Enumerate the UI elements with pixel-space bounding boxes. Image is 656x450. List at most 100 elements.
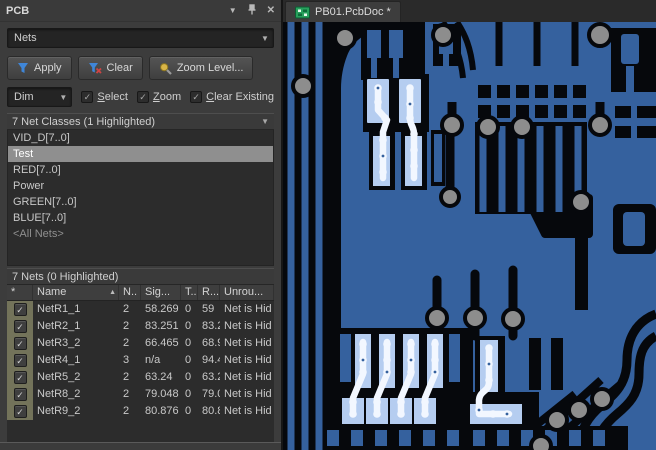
net-enable-cell: ✓ <box>7 352 33 369</box>
nets-header[interactable]: 7 Nets (0 Highlighted) <box>7 268 274 285</box>
net-cell: 79.0 <box>202 388 220 400</box>
net-cell: 2 <box>123 303 130 315</box>
net-cell: NetR2_1 <box>37 320 81 332</box>
clear-existing-label: Clear Existing <box>206 91 274 103</box>
tab-pb01-pcbdoc[interactable]: PB01.PcbDoc * <box>285 1 401 22</box>
net-cell: 0 <box>185 354 192 366</box>
tab-label: PB01.PcbDoc * <box>315 6 391 18</box>
net-class-item[interactable]: Test <box>8 146 273 162</box>
apply-label: Apply <box>34 62 62 74</box>
column-header-sig[interactable]: Sig... <box>141 285 181 300</box>
net-class-item[interactable]: RED[7..0] <box>8 162 273 178</box>
net-cell: Net is Hid <box>224 354 272 366</box>
checkbox-check-icon: ✓ <box>190 91 203 103</box>
pcb-panel-header: PCB ▼ ✕ <box>0 0 281 22</box>
net-enable-cell: ✓ <box>7 301 33 318</box>
net-class-item[interactable]: Power <box>8 178 273 194</box>
net-cell: 2 <box>123 405 130 417</box>
net-cell: 2 <box>123 371 130 383</box>
net-row[interactable]: ✓ NetR1_1 2 58.269 0 59 Net is Hid <box>7 301 274 318</box>
net-row[interactable]: ✓ NetR2_1 2 83.251 0 83.2 Net is Hid <box>7 318 274 335</box>
close-icon[interactable]: ✕ <box>267 5 275 16</box>
net-cell: 0 <box>185 405 192 417</box>
column-header-name[interactable]: Name ▲ <box>33 285 119 300</box>
zoom-level-button[interactable]: Zoom Level... <box>148 56 254 80</box>
net-class-item[interactable]: VID_D[7..0] <box>8 130 273 146</box>
net-cell: 63.2 <box>202 371 220 383</box>
net-enable-checkbox[interactable]: ✓ <box>13 303 27 316</box>
net-enable-checkbox[interactable]: ✓ <box>13 337 27 350</box>
column-header-r[interactable]: R... <box>198 285 220 300</box>
net-class-item[interactable]: GREEN[7..0] <box>8 194 273 210</box>
select-label: Select <box>97 91 128 103</box>
net-enable-cell: ✓ <box>7 335 33 352</box>
net-cell: 63.24 <box>145 371 173 383</box>
document-tabbar: PB01.PcbDoc * <box>283 0 656 22</box>
net-cell: 58.269 <box>145 303 179 315</box>
apply-funnel-icon <box>18 63 28 73</box>
zoom-level-label: Zoom Level... <box>176 62 244 74</box>
select-checkbox[interactable]: ✓ Select <box>81 91 128 103</box>
nets-rows: ✓ NetR1_1 2 58.269 0 59 Net is Hid ✓ NetR2_1 2 83.… <box>7 301 274 420</box>
net-row[interactable]: ✓ NetR4_1 3 n/a 0 94.4 Net is Hid <box>7 352 274 369</box>
net-enable-checkbox[interactable]: ✓ <box>13 320 27 333</box>
dim-select[interactable]: Dim ▼ <box>7 87 73 107</box>
apply-button[interactable]: Apply <box>7 56 72 80</box>
net-cell: 68.9 <box>202 337 220 349</box>
pin-icon[interactable] <box>247 3 257 18</box>
net-row[interactable]: ✓ NetR8_2 2 79.048 0 79.0 Net is Hid <box>7 386 274 403</box>
checkbox-check-icon: ✓ <box>81 91 94 103</box>
net-classes-header[interactable]: 7 Net Classes (1 Highlighted) ▼ <box>7 113 274 130</box>
net-cell: Net is Hid <box>224 405 272 417</box>
net-class-list: VID_D[7..0] Test RED[7..0] Power GREEN[7..0]… <box>7 130 274 266</box>
panel-mode-value: Nets <box>14 32 37 44</box>
net-enable-cell: ✓ <box>7 386 33 403</box>
nets-header-label: 7 Nets (0 Highlighted) <box>12 270 119 283</box>
clear-existing-checkbox[interactable]: ✓ Clear Existing <box>190 91 274 103</box>
zoom-label: Zoom <box>152 91 182 103</box>
net-class-item[interactable]: <All Nets> <box>8 226 273 242</box>
net-cell: 83.2 <box>202 320 220 332</box>
panel-dropdown-icon[interactable]: ▼ <box>229 6 237 15</box>
pcbdoc-icon <box>295 6 310 18</box>
pcb-panel-body: Nets ▼ Apply Clear Zoom Level... Dim ▼ ✓… <box>0 22 281 442</box>
net-row[interactable]: ✓ NetR3_2 2 66.465 0 68.9 Net is Hid <box>7 335 274 352</box>
net-cell: 83.251 <box>145 320 179 332</box>
net-enable-checkbox[interactable]: ✓ <box>13 388 27 401</box>
net-cell: Net is Hid <box>224 371 272 383</box>
net-class-item[interactable]: BLUE[7..0] <box>8 210 273 226</box>
net-enable-cell: ✓ <box>7 318 33 335</box>
pcb-canvas[interactable] <box>283 22 656 450</box>
combo-arrow-icon: ▼ <box>59 92 68 102</box>
net-cell: Net is Hid <box>224 320 272 332</box>
net-enable-checkbox[interactable]: ✓ <box>13 371 27 384</box>
net-cell: 2 <box>123 320 130 332</box>
net-cell: NetR3_2 <box>37 337 81 349</box>
net-cell: 3 <box>123 354 130 366</box>
clear-label: Clear <box>106 62 133 74</box>
net-cell: 0 <box>185 388 192 400</box>
net-enable-checkbox[interactable]: ✓ <box>13 354 27 367</box>
net-row[interactable]: ✓ NetR5_2 2 63.24 0 63.2 Net is Hid <box>7 369 274 386</box>
zoom-checkbox[interactable]: ✓ Zoom <box>136 91 182 103</box>
column-header-unrou[interactable]: Unrou... <box>220 285 274 300</box>
panel-title: PCB <box>6 4 30 17</box>
net-row[interactable]: ✓ NetR9_2 2 80.876 0 80.8 Net is Hid <box>7 403 274 420</box>
column-header-t[interactable]: T... <box>181 285 198 300</box>
net-cell: Net is Hid <box>224 337 272 349</box>
nets-header-row: *Name▲N..Sig...T...R...Unrou... <box>7 285 274 301</box>
net-cell: 80.876 <box>145 405 179 417</box>
panel-mode-select[interactable]: Nets ▼ <box>7 28 274 48</box>
net-cell: 0 <box>185 303 192 315</box>
combo-arrow-icon: ▼ <box>261 33 269 43</box>
net-cell: 66.465 <box>145 337 179 349</box>
net-cell: n/a <box>145 354 161 366</box>
net-cell: 0 <box>185 371 192 383</box>
clear-funnel-icon <box>88 63 102 74</box>
column-header-n[interactable]: N.. <box>119 285 141 300</box>
section-dropdown-icon: ▼ <box>261 117 269 126</box>
clear-button[interactable]: Clear <box>77 56 143 80</box>
net-enable-checkbox[interactable]: ✓ <box>13 405 27 418</box>
column-header-[interactable]: * <box>7 285 33 300</box>
net-cell: 2 <box>123 337 130 349</box>
